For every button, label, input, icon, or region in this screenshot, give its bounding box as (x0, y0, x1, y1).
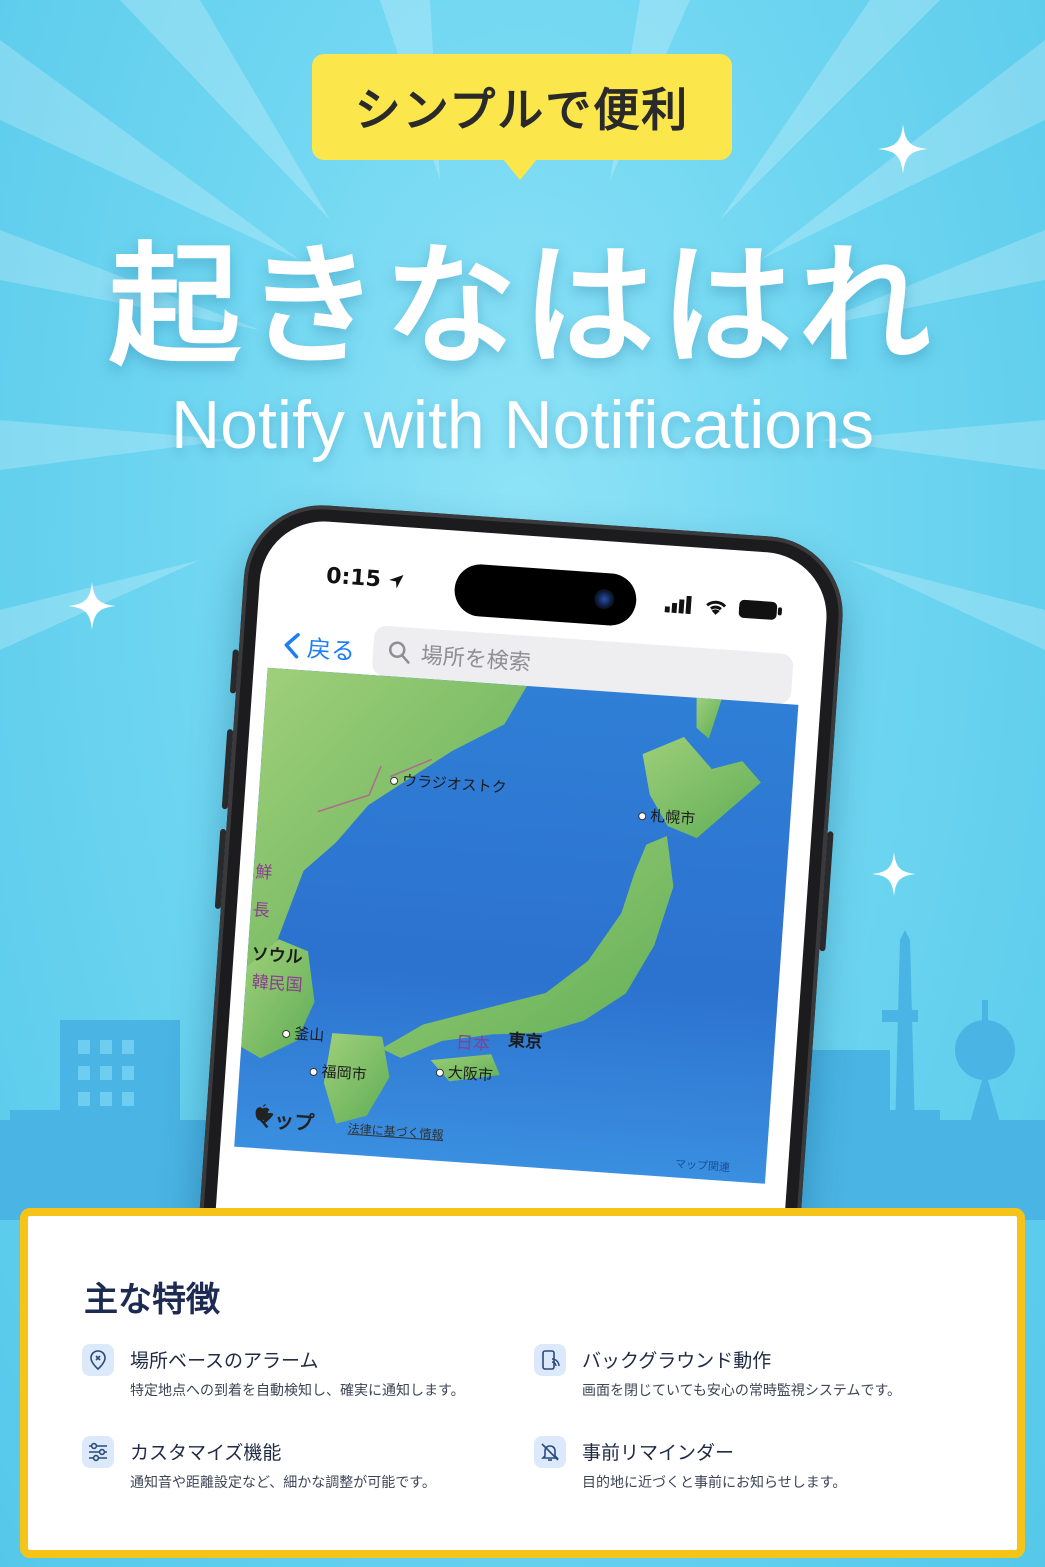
map-label-tokyo: 東京 (507, 1030, 543, 1053)
sliders-icon (82, 1436, 114, 1468)
wifi-icon (706, 600, 727, 615)
feature-description: 通知音や距離設定など、細かな調整が可能です。 (130, 1475, 436, 1491)
search-icon (388, 641, 410, 664)
map-terrain (241, 667, 761, 1124)
feature-title: 場所ベースのアラーム (130, 1350, 319, 1372)
map-label-korea-north: 鮮 (254, 862, 274, 884)
dynamic-island (452, 562, 639, 628)
sparkle-icon (878, 124, 928, 174)
sparkle-icon (68, 582, 116, 630)
location-arrow-icon (389, 575, 404, 589)
battery-icon (738, 599, 783, 620)
map-view[interactable]: ウラジオストク 札幌市 鮮 長 ソウル 韓民国 釜山 日本 東京 大阪市 福岡市… (234, 667, 799, 1184)
map-label-seoul: ソウル (250, 944, 304, 968)
back-label: 戻る (306, 634, 356, 666)
app-title: 起きなははれ (108, 230, 937, 384)
map-label-busan: 釜山 (282, 1022, 325, 1046)
apple-maps-logo: マップ (253, 1103, 315, 1136)
back-button[interactable]: 戻る (282, 627, 356, 667)
search-placeholder: 場所を検索 (420, 643, 532, 677)
features-card: 主な特徴 場所ベースのアラーム 特定地点への到着を自動検知し、確実に通知します。… (20, 1208, 1025, 1558)
tagline-badge: シンプルで便利 (312, 54, 732, 160)
status-icons (664, 593, 783, 621)
camera-icon (593, 588, 615, 610)
location-pin-icon (82, 1344, 114, 1376)
features-title: 主な特徴 (84, 1280, 220, 1320)
signal-icon (664, 595, 692, 615)
feature-description: 目的地に近づくと事前にお知らせします。 (582, 1475, 847, 1491)
apple-icon (255, 1104, 270, 1121)
feature-title: バックグラウンド動作 (582, 1350, 772, 1372)
app-subtitle: Notify with Notifications (171, 387, 874, 463)
feature-title: カスタマイズ機能 (130, 1442, 282, 1464)
map-label-fukuoka: 福岡市 (309, 1060, 367, 1085)
map-label-osaka: 大阪市 (435, 1061, 493, 1086)
map-label-korea-mid: 長 (252, 900, 271, 922)
status-time: 0:15 (325, 564, 405, 594)
feature-description: 特定地点への到着を自動検知し、確実に通知します。 (130, 1383, 465, 1399)
badge-tail (502, 158, 538, 180)
phone-signal-icon (534, 1344, 566, 1376)
map-label-sapporo: 札幌市 (638, 804, 696, 829)
feature-description: 画面を閉じていても安心の常時監視システムです。 (582, 1383, 902, 1399)
map-label-south-korea: 韓民国 (250, 972, 304, 996)
sparkle-icon (872, 852, 916, 896)
feature-title: 事前リマインダー (582, 1442, 735, 1464)
chevron-left-icon (284, 632, 300, 658)
map-label-japan: 日本 (455, 1032, 491, 1056)
bell-off-icon (534, 1436, 566, 1468)
